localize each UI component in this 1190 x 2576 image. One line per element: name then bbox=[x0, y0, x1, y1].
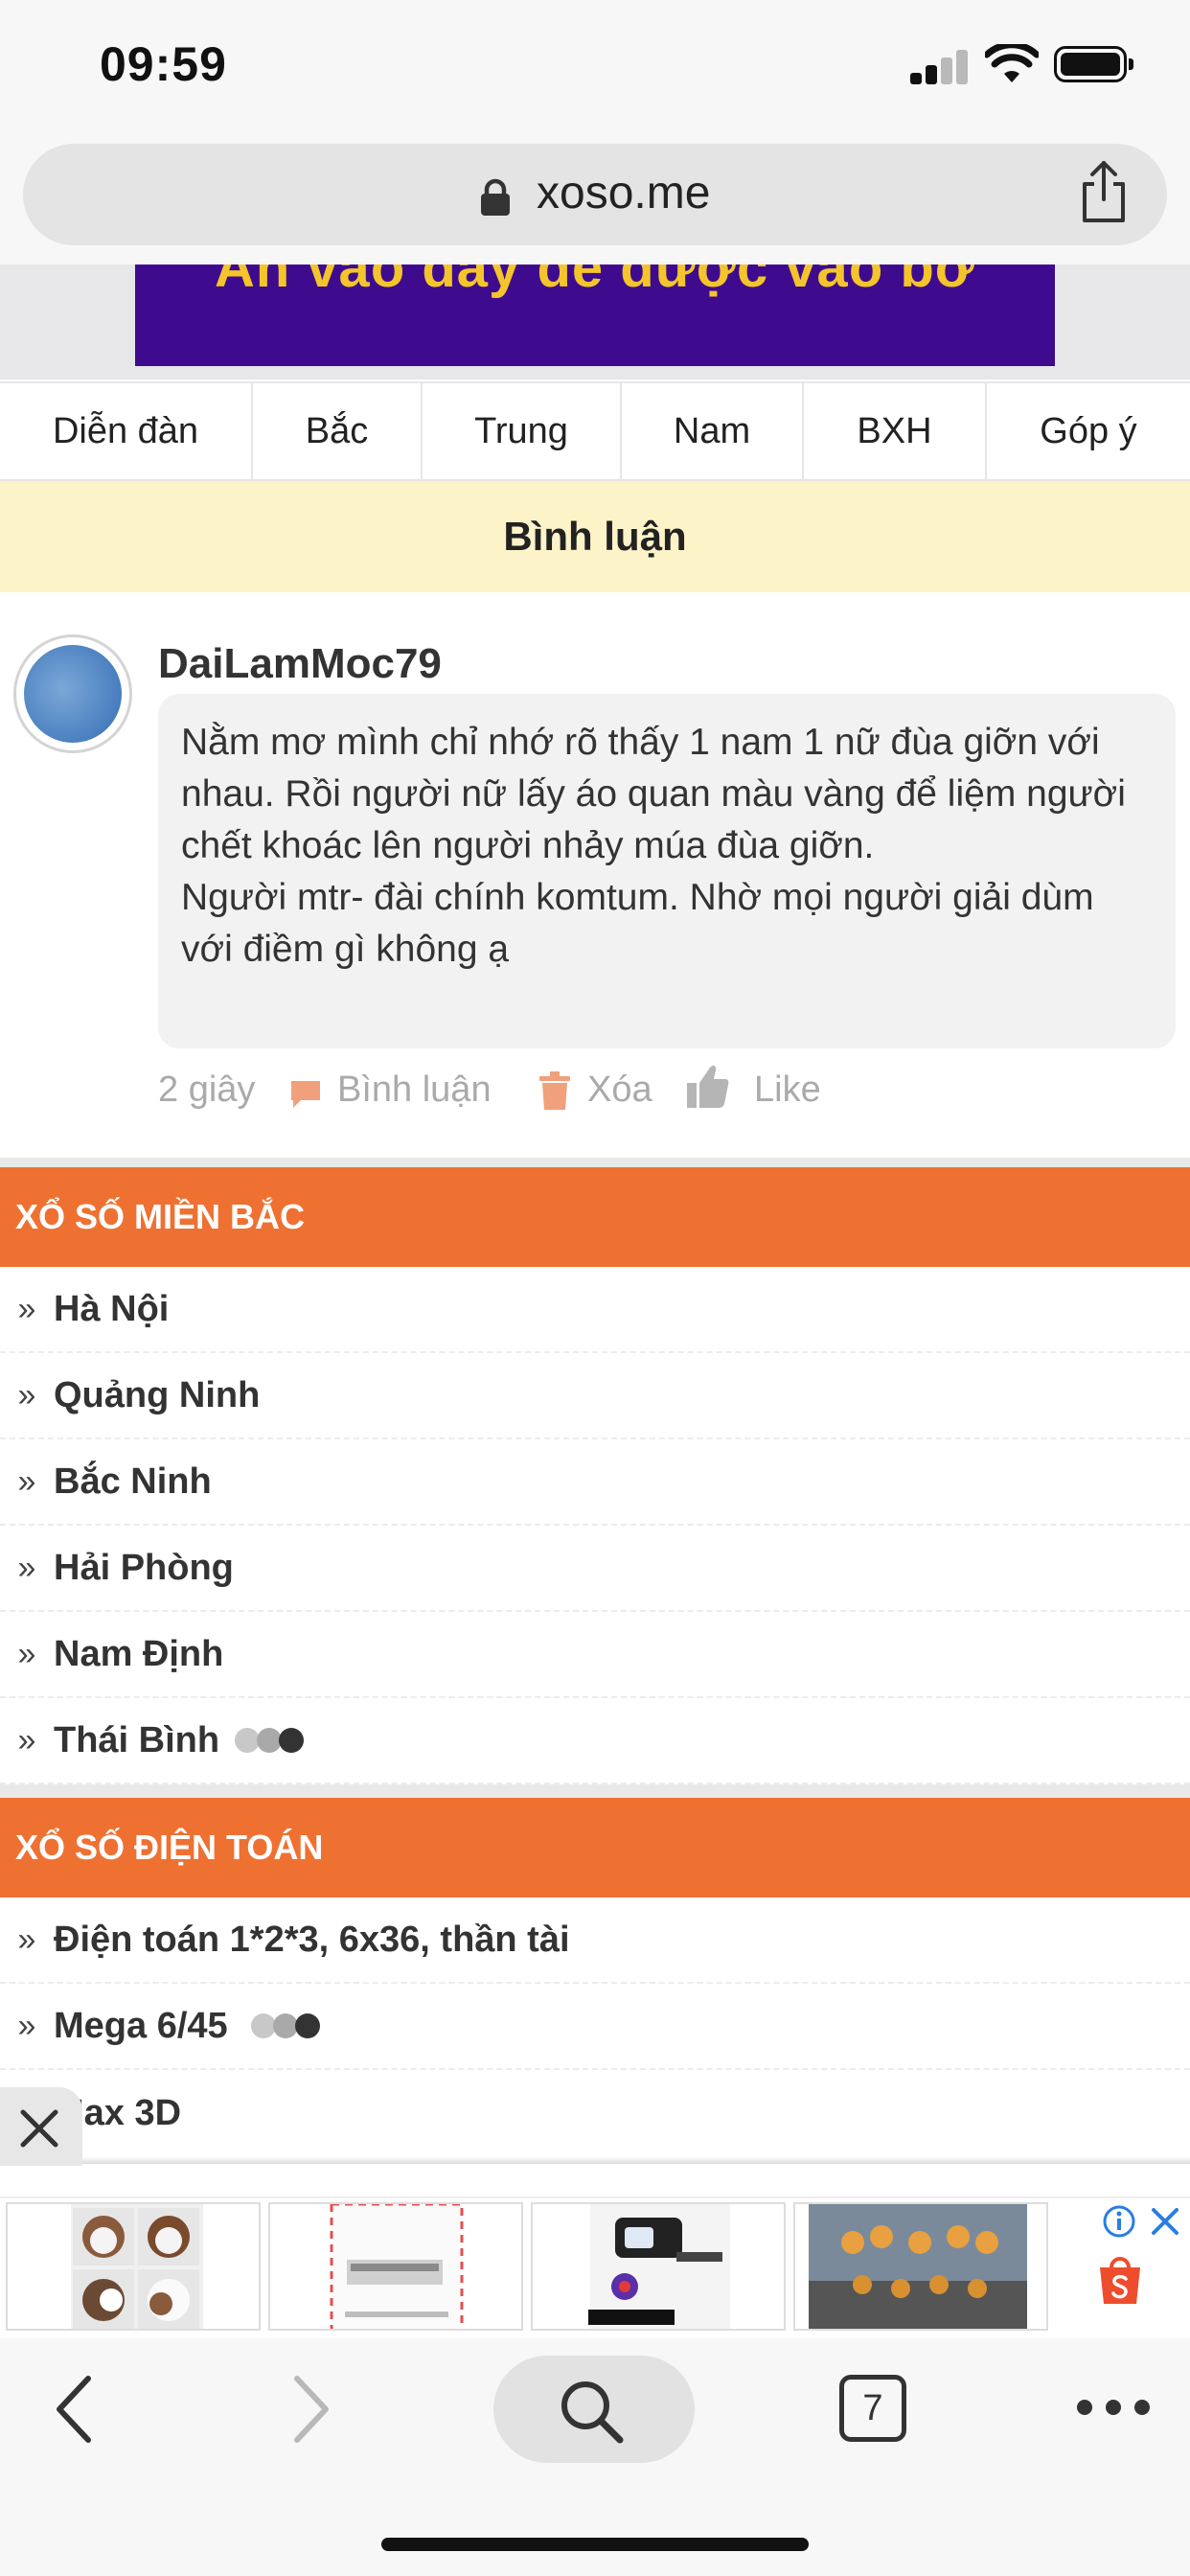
search-icon bbox=[561, 2381, 624, 2444]
chevron-right-icon: » bbox=[17, 1290, 36, 1327]
avatar[interactable] bbox=[13, 634, 132, 753]
list-item-quang-ninh[interactable]: » Quảng Ninh bbox=[0, 1353, 1190, 1439]
list-item-dien-toan[interactable]: » Điện toán 1*2*3, 6x36, thần tài bbox=[0, 1898, 1190, 1984]
tabs-button[interactable]: 7 bbox=[839, 2375, 906, 2442]
forward-icon[interactable] bbox=[287, 2373, 335, 2446]
ad-close-icon[interactable] bbox=[1148, 2204, 1182, 2239]
bike-light-product-image bbox=[588, 2204, 730, 2329]
cellular-signal-icon bbox=[910, 50, 972, 84]
url-text[interactable]: xoso.me bbox=[537, 167, 710, 219]
list-item-nam-dinh[interactable]: » Nam Định bbox=[0, 1612, 1190, 1698]
close-icon bbox=[20, 2109, 58, 2148]
comment-time: 2 giây bbox=[158, 1070, 256, 1110]
tab-bxh[interactable]: BXH bbox=[804, 383, 987, 479]
list-shadow bbox=[82, 2156, 1190, 2164]
list-item-bac-ninh[interactable]: » Bắc Ninh bbox=[0, 1439, 1190, 1526]
ad-product-bike-light[interactable] bbox=[531, 2202, 786, 2331]
thumbs-up-icon[interactable] bbox=[687, 1062, 729, 1110]
search-button[interactable] bbox=[493, 2356, 695, 2463]
loading-dots-icon bbox=[235, 1728, 305, 1753]
list-item-max3d[interactable]: »Max 3D bbox=[0, 2070, 1190, 2156]
like-button[interactable]: Like bbox=[754, 1070, 821, 1111]
back-icon[interactable] bbox=[50, 2373, 98, 2446]
wifi-icon bbox=[985, 44, 1039, 82]
region-nav: Diễn đàn Bắc Trung Nam BXH Góp ý bbox=[0, 381, 1190, 481]
section-title: Bình luận bbox=[0, 481, 1190, 592]
loading-dots-icon bbox=[250, 2013, 320, 2038]
list-item-ha-noi[interactable]: » Hà Nội bbox=[0, 1267, 1190, 1353]
ad-product-tool[interactable] bbox=[268, 2202, 523, 2331]
shopping-bag-icon[interactable] bbox=[1096, 2254, 1144, 2306]
tab-gop-y[interactable]: Góp ý bbox=[987, 383, 1190, 479]
ad-product-helmets[interactable] bbox=[6, 2202, 261, 2331]
dien-toan-header: XỔ SỐ ĐIỆN TOÁN bbox=[0, 1798, 1190, 1898]
close-ad-button[interactable] bbox=[0, 2087, 82, 2166]
tab-nam[interactable]: Nam bbox=[622, 383, 804, 479]
battery-icon bbox=[1054, 46, 1133, 82]
tool-product-image bbox=[330, 2204, 464, 2329]
chevron-right-icon: » bbox=[17, 1376, 36, 1414]
tab-dien-dan[interactable]: Diễn đàn bbox=[0, 383, 253, 479]
chevron-right-icon: » bbox=[17, 1920, 36, 1958]
chevron-right-icon: » bbox=[17, 1721, 36, 1759]
promo-banner[interactable]: Ấn vào đây để được vào bờ bbox=[135, 264, 1055, 366]
lock-icon bbox=[481, 178, 510, 216]
mien-bac-header: XỔ SỐ MIỀN BẮC bbox=[0, 1167, 1190, 1267]
chevron-right-icon: » bbox=[17, 1462, 36, 1500]
status-time: 09:59 bbox=[100, 37, 227, 91]
list-item-mega[interactable]: » Mega 6/45 bbox=[0, 1984, 1190, 2070]
section-divider bbox=[0, 1158, 1190, 1167]
dolls-product-image bbox=[809, 2204, 1027, 2329]
share-icon[interactable] bbox=[1077, 159, 1131, 224]
chevron-right-icon: » bbox=[17, 1549, 36, 1586]
list-item-hai-phong[interactable]: » Hải Phòng bbox=[0, 1526, 1190, 1612]
list-item-thai-binh[interactable]: » Thái Bình bbox=[0, 1698, 1190, 1784]
banner-text: Ấn vào đây để được vào bờ bbox=[214, 264, 976, 299]
comment-text: Nằm mơ mình chỉ nhớ rõ thấy 1 nam 1 nữ đ… bbox=[158, 694, 1176, 1048]
trash-icon[interactable] bbox=[539, 1071, 570, 1110]
helmet-product-image bbox=[71, 2204, 203, 2329]
delete-button[interactable]: Xóa bbox=[587, 1070, 652, 1111]
more-icon[interactable] bbox=[1073, 2396, 1154, 2419]
comment-username[interactable]: DaiLamMoc79 bbox=[158, 640, 442, 688]
chevron-right-icon: » bbox=[17, 2007, 36, 2044]
chevron-right-icon: » bbox=[17, 1635, 36, 1672]
tab-trung[interactable]: Trung bbox=[423, 383, 622, 479]
ad-product-dolls[interactable] bbox=[793, 2202, 1048, 2331]
info-icon[interactable] bbox=[1102, 2204, 1136, 2239]
tab-bac[interactable]: Bắc bbox=[253, 383, 423, 479]
section-divider bbox=[0, 1784, 1190, 1798]
comment-icon[interactable] bbox=[289, 1077, 322, 1110]
home-indicator[interactable] bbox=[381, 2538, 809, 2551]
reply-button[interactable]: Bình luận bbox=[337, 1070, 492, 1111]
